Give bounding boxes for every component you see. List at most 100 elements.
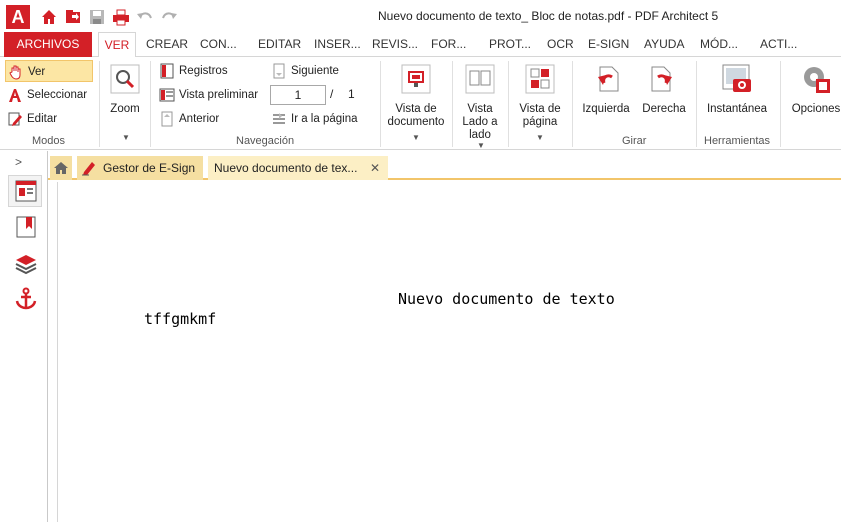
mode-editar-button[interactable]: Editar (5, 108, 57, 130)
group-label-navegacion: Navegación (236, 135, 295, 147)
select-text-icon (9, 89, 21, 102)
tab-archivos[interactable]: ARCHIVOS (4, 32, 92, 57)
left-side-panel: > (0, 151, 48, 522)
ir-pagina-label: Ir a la página (291, 113, 358, 125)
girar-izquierda-button[interactable]: Izquierda (578, 61, 634, 116)
app-logo-icon[interactable]: A (6, 5, 30, 29)
go-to-page-icon (273, 113, 285, 124)
ribbon-separator (696, 61, 697, 147)
girar-izquierda-label: Izquierda (582, 103, 630, 115)
edit-pencil-icon (8, 112, 22, 126)
redo-icon[interactable] (160, 8, 178, 26)
rotate-right-icon (651, 66, 672, 92)
bookmark-icon[interactable] (14, 215, 38, 239)
tab-ver[interactable]: VER (98, 32, 136, 58)
tab-proteger[interactable]: PROT... (489, 32, 531, 57)
mode-editar-label: Editar (27, 113, 58, 125)
home-icon[interactable] (40, 8, 58, 26)
vista-documento-label: Vista de documento (387, 103, 445, 128)
document-tabs: Gestor de E-Sign Nuevo documento de tex.… (48, 154, 841, 180)
tab-nuevo-documento-label: Nuevo documento de tex... (214, 161, 358, 175)
zoom-icon (110, 64, 140, 94)
group-label-herramientas: Herramientas (704, 135, 771, 147)
home-icon (54, 162, 68, 174)
anchor-icon[interactable] (14, 287, 38, 311)
app-window: A Nuevo documento de texto_ Bloc de nota… (0, 0, 841, 522)
registros-label: Registros (179, 65, 228, 77)
next-page-icon (273, 63, 285, 79)
gear-icon (804, 67, 830, 93)
home-tab[interactable] (50, 156, 72, 180)
girar-derecha-button[interactable]: Derecha (638, 61, 690, 116)
print-icon[interactable] (112, 8, 130, 26)
tab-revisar[interactable]: REVIS... (372, 32, 418, 57)
group-label-modos: Modos (32, 135, 66, 147)
ribbon-separator (99, 61, 100, 147)
bookmarks-icon (160, 63, 174, 79)
ribbon-separator (572, 61, 573, 147)
vista-pagina-button[interactable]: Vista de página (512, 61, 568, 129)
tab-con[interactable]: CON... (200, 32, 237, 57)
tab-formularios[interactable]: FOR... (431, 32, 466, 57)
tab-gestor-esign-label: Gestor de E-Sign (103, 161, 196, 175)
ribbon-panel: Ver Seleccionar Editar Modos Zoom ▼ Regi… (0, 57, 841, 150)
ir-pagina-button[interactable]: Ir a la página (269, 108, 358, 130)
chevron-down-icon[interactable]: ▼ (477, 141, 485, 150)
vista-preliminar-button[interactable]: Vista preliminar (157, 84, 258, 106)
mode-ver-label: Ver (28, 66, 46, 78)
page-separator: / (330, 87, 334, 101)
tab-gestor-esign[interactable]: Gestor de E-Sign (77, 156, 203, 180)
instantanea-label: Instantánea (706, 103, 768, 115)
ribbon-separator (780, 61, 781, 147)
page-number-input[interactable]: 1 (270, 85, 326, 105)
chevron-down-icon[interactable]: ▼ (412, 133, 420, 142)
tab-actividad[interactable]: ACTI... (760, 32, 797, 57)
tab-crear[interactable]: CREAR (146, 32, 188, 57)
anterior-label: Anterior (179, 113, 220, 125)
preview-icon (159, 88, 175, 102)
ribbon-separator (380, 61, 381, 147)
document-title-text: Nuevo documento de texto (398, 290, 615, 308)
opciones-label: Opciones (791, 103, 841, 115)
document-view-icon (401, 64, 431, 94)
save-icon[interactable] (88, 8, 106, 26)
vista-lado-button[interactable]: Vista Lado a lado (456, 61, 504, 142)
siguiente-label: Siguiente (291, 65, 339, 77)
tab-ocr[interactable]: OCR (547, 32, 574, 57)
zoom-button[interactable]: Zoom (104, 61, 146, 116)
title-bar: A Nuevo documento de texto_ Bloc de nota… (0, 0, 841, 32)
registros-button[interactable]: Registros (157, 60, 228, 82)
document-viewer[interactable]: Nuevo documento de texto tffgmkmf (57, 182, 841, 522)
instantanea-button[interactable]: Instantánea (702, 61, 772, 116)
vista-documento-button[interactable]: Vista de documento (386, 61, 446, 129)
page-view-icon (525, 64, 555, 94)
anterior-button[interactable]: Anterior (157, 108, 219, 130)
open-folder-icon[interactable] (64, 8, 82, 26)
mode-seleccionar-button[interactable]: Seleccionar (5, 84, 87, 106)
side-by-side-icon (465, 64, 495, 94)
undo-icon[interactable] (136, 8, 154, 26)
ribbon-separator (150, 61, 151, 147)
tab-editar[interactable]: EDITAR (258, 32, 301, 57)
tab-modulos[interactable]: MÓD... (700, 32, 738, 57)
ribbon-separator (508, 61, 509, 147)
close-icon[interactable]: ✕ (370, 156, 380, 180)
page-thumbnails-icon[interactable] (14, 179, 38, 203)
layers-icon[interactable] (14, 251, 38, 275)
chevron-down-icon[interactable]: ▼ (122, 133, 130, 142)
tab-esign[interactable]: E-SIGN (588, 32, 629, 57)
hand-icon (9, 65, 21, 80)
tab-ayuda[interactable]: AYUDA (644, 32, 684, 57)
tab-nuevo-documento[interactable]: Nuevo documento de tex... ✕ (208, 156, 388, 180)
mode-seleccionar-label: Seleccionar (27, 89, 88, 101)
opciones-button[interactable]: Opciones (786, 61, 841, 116)
vista-preliminar-label: Vista preliminar (179, 89, 259, 101)
snapshot-camera-icon (722, 64, 751, 92)
chevron-down-icon[interactable]: ▼ (536, 133, 544, 142)
tab-insertar[interactable]: INSER... (314, 32, 361, 57)
zoom-label: Zoom (110, 103, 140, 115)
siguiente-button[interactable]: Siguiente (269, 60, 339, 82)
group-label-girar: Girar (622, 135, 647, 147)
expand-panel-icon[interactable]: > (15, 155, 22, 169)
mode-ver-button[interactable]: Ver (5, 60, 93, 82)
